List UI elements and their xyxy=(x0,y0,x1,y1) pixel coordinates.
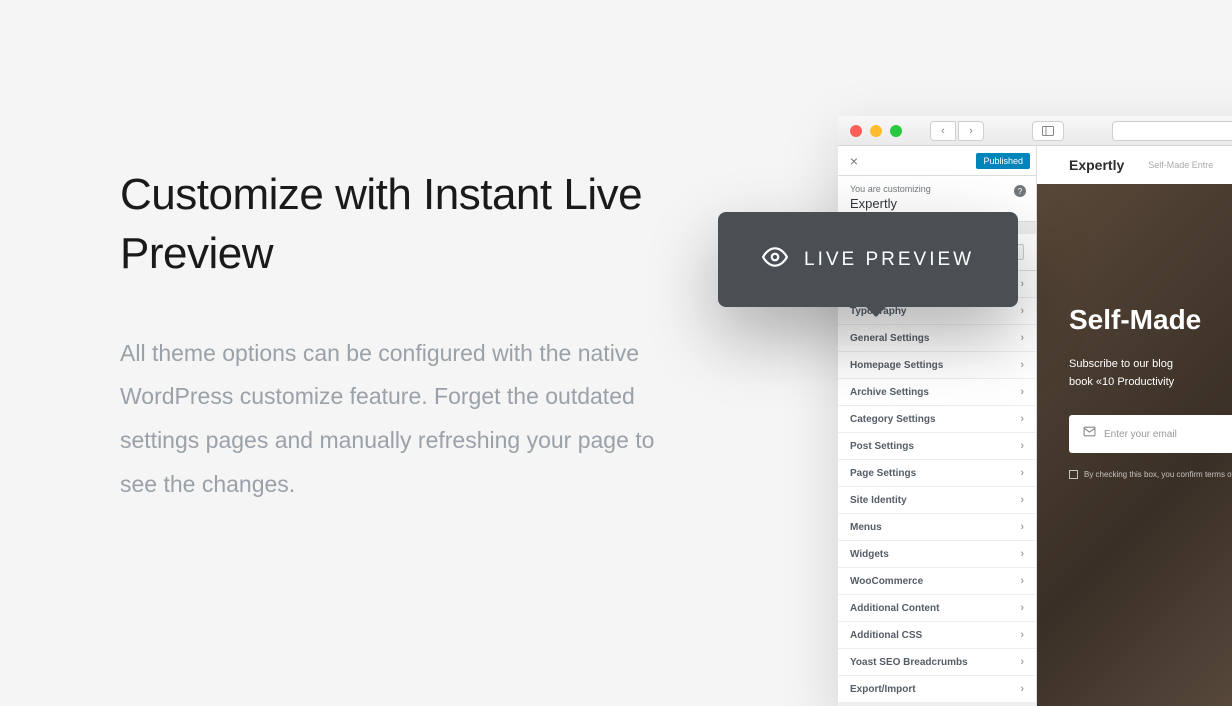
page-heading: Customize with Instant Live Preview xyxy=(120,165,680,284)
setting-item-menus[interactable]: Menus › xyxy=(838,514,1036,541)
traffic-lights xyxy=(850,125,902,137)
site-tagline: Self-Made Entre xyxy=(1148,160,1213,170)
help-icon[interactable]: ? xyxy=(1014,185,1026,197)
live-preview-pane: Expertly Self-Made Entre Self-Made Subsc… xyxy=(1037,146,1232,706)
email-input[interactable]: Enter your email xyxy=(1069,415,1232,453)
checkbox-icon[interactable] xyxy=(1069,470,1078,479)
forward-button[interactable]: › xyxy=(958,121,984,141)
browser-window: ‹ › × Published You are customizing Expe… xyxy=(838,116,1232,706)
setting-label: Export/Import xyxy=(850,684,916,695)
setting-item-category[interactable]: Category Settings › xyxy=(838,406,1036,433)
eye-icon xyxy=(762,244,788,275)
maximize-window-icon[interactable] xyxy=(890,125,902,137)
consent-text: By checking this box, you confirm terms … xyxy=(1084,469,1232,480)
consent-checkbox-row[interactable]: By checking this box, you confirm terms … xyxy=(1069,469,1232,480)
setting-label: Additional CSS xyxy=(850,630,922,641)
site-brand[interactable]: Expertly xyxy=(1069,157,1124,173)
setting-item-archive[interactable]: Archive Settings › xyxy=(838,379,1036,406)
chevron-right-icon: › xyxy=(1020,278,1024,290)
marketing-copy: Customize with Instant Live Preview All … xyxy=(120,165,680,507)
page-description: All theme options can be configured with… xyxy=(120,332,680,507)
close-window-icon[interactable] xyxy=(850,125,862,137)
envelope-icon xyxy=(1083,425,1096,443)
setting-item-additional-css[interactable]: Additional CSS › xyxy=(838,622,1036,649)
back-button[interactable]: ‹ xyxy=(930,121,956,141)
setting-label: Archive Settings xyxy=(850,387,929,398)
setting-item-yoast[interactable]: Yoast SEO Breadcrumbs › xyxy=(838,649,1036,676)
hero-section: Self-Made Subscribe to our blog book «10… xyxy=(1037,184,1232,480)
live-preview-callout: LIVE PREVIEW xyxy=(718,212,1018,307)
setting-item-page[interactable]: Page Settings › xyxy=(838,460,1036,487)
setting-item-woocommerce[interactable]: WooCommerce › xyxy=(838,568,1036,595)
setting-item-post[interactable]: Post Settings › xyxy=(838,433,1036,460)
customizing-label: You are customizing xyxy=(850,184,1024,194)
setting-label: Yoast SEO Breadcrumbs xyxy=(850,657,968,668)
email-placeholder: Enter your email xyxy=(1104,429,1177,440)
chevron-right-icon: › xyxy=(1020,332,1024,344)
nav-buttons: ‹ › xyxy=(930,121,984,141)
chevron-right-icon: › xyxy=(1020,521,1024,533)
hero-title: Self-Made xyxy=(1069,304,1232,336)
chevron-right-icon: › xyxy=(1020,413,1024,425)
chevron-right-icon: › xyxy=(1020,440,1024,452)
chevron-right-icon: › xyxy=(1020,602,1024,614)
chevron-right-icon: › xyxy=(1020,386,1024,398)
url-bar[interactable] xyxy=(1112,121,1232,141)
setting-item-identity[interactable]: Site Identity › xyxy=(838,487,1036,514)
chevron-right-icon: › xyxy=(1020,629,1024,641)
setting-label: Widgets xyxy=(850,549,889,560)
sidebar-top-bar: × Published xyxy=(838,146,1036,176)
setting-item-widgets[interactable]: Widgets › xyxy=(838,541,1036,568)
setting-label: General Settings xyxy=(850,333,929,344)
chevron-right-icon: › xyxy=(1020,305,1024,317)
setting-item-additional-content[interactable]: Additional Content › xyxy=(838,595,1036,622)
sidebar-toggle-button[interactable] xyxy=(1032,121,1064,141)
chevron-right-icon: › xyxy=(1020,656,1024,668)
setting-label: Homepage Settings xyxy=(850,360,943,371)
hero-subtitle: Subscribe to our blog book «10 Productiv… xyxy=(1069,356,1232,391)
setting-label: Menus xyxy=(850,522,882,533)
setting-label: Site Identity xyxy=(850,495,907,506)
chevron-right-icon: › xyxy=(1020,359,1024,371)
chevron-right-icon: › xyxy=(1020,575,1024,587)
setting-item-general[interactable]: General Settings › xyxy=(838,325,1036,352)
hero-sub-line2: book «10 Productivity xyxy=(1069,376,1174,388)
chevron-right-icon: › xyxy=(1020,494,1024,506)
preview-site-header: Expertly Self-Made Entre xyxy=(1037,146,1232,184)
browser-titlebar: ‹ › xyxy=(838,116,1232,146)
publish-status-badge[interactable]: Published xyxy=(976,153,1030,169)
setting-label: Post Settings xyxy=(850,441,914,452)
theme-name: Expertly xyxy=(850,196,1024,211)
setting-label: Additional Content xyxy=(850,603,939,614)
live-preview-label: LIVE PREVIEW xyxy=(804,249,974,271)
chevron-right-icon: › xyxy=(1020,467,1024,479)
settings-list: Colors› Typography› General Settings› Ho… xyxy=(838,271,1036,703)
setting-item-homepage[interactable]: Homepage Settings › xyxy=(838,352,1036,379)
hero-sub-line1: Subscribe to our blog xyxy=(1069,358,1173,370)
setting-label: Category Settings xyxy=(850,414,936,425)
setting-label: Page Settings xyxy=(850,468,916,479)
setting-item-export-import[interactable]: Export/Import › xyxy=(838,676,1036,703)
setting-label: WooCommerce xyxy=(850,576,923,587)
minimize-window-icon[interactable] xyxy=(870,125,882,137)
chevron-right-icon: › xyxy=(1020,548,1024,560)
close-customizer-button[interactable]: × xyxy=(844,151,864,171)
chevron-right-icon: › xyxy=(1020,683,1024,695)
